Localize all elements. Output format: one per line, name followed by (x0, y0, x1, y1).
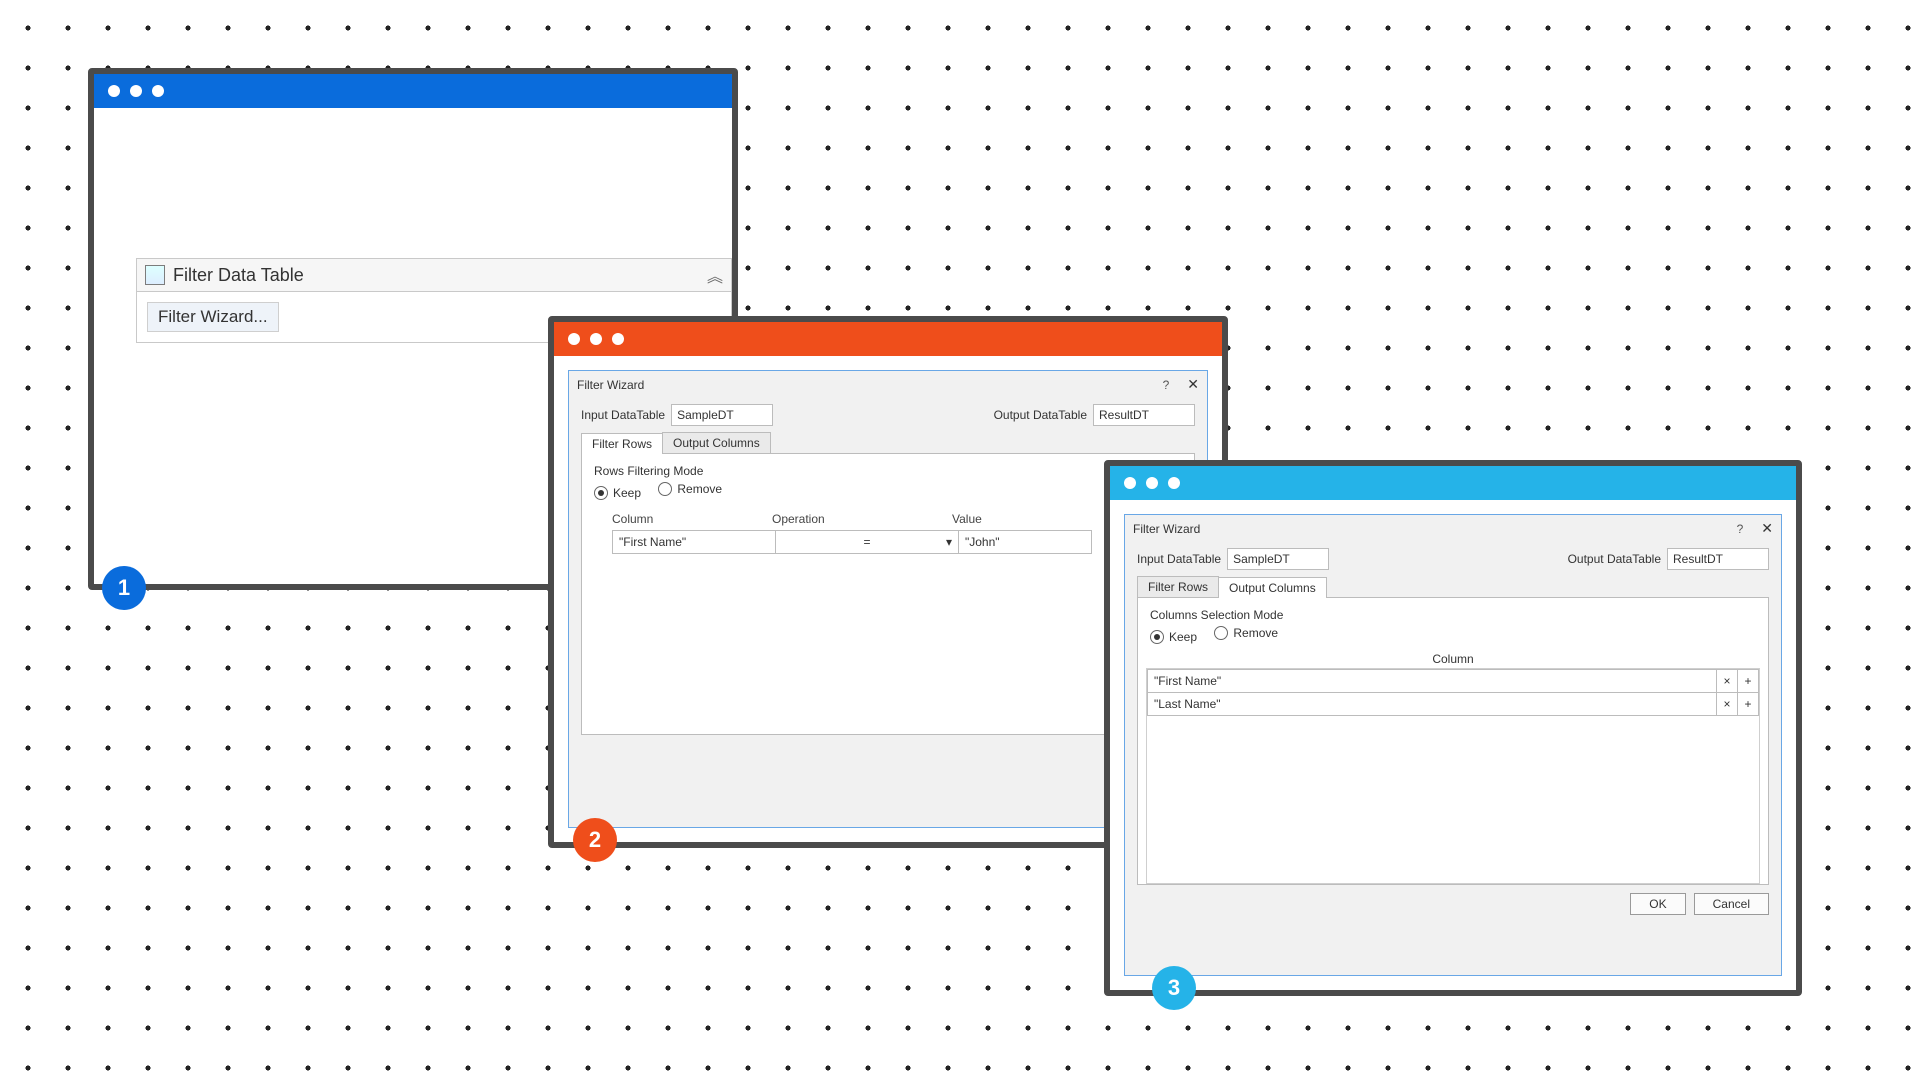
radio-keep[interactable]: Keep (594, 486, 641, 500)
titlebar-1 (94, 74, 732, 108)
output-datatable-label: Output DataTable (1568, 552, 1661, 566)
ok-button[interactable]: OK (1630, 893, 1685, 915)
input-datatable-field[interactable]: SampleDT (1227, 548, 1329, 570)
step-badge-1: 1 (102, 566, 146, 610)
io-row: Input DataTable SampleDT Output DataTabl… (569, 398, 1207, 432)
database-icon (145, 265, 165, 285)
remove-row-button[interactable]: × (1716, 669, 1738, 693)
collapse-icon[interactable]: ︽ (707, 263, 723, 287)
add-row-button[interactable]: + (1737, 669, 1759, 693)
step-3-window: Filter Wizard ? ✕ Input DataTable Sample… (1104, 460, 1802, 996)
column-row: "First Name" × + (1147, 669, 1759, 693)
window-dot-icon (612, 333, 624, 345)
dialog-titlebar: Filter Wizard ? ✕ (1125, 515, 1781, 542)
tab-panel: Rows Filtering Mode Keep Remove Column O… (581, 454, 1195, 735)
window-dot-icon (108, 85, 120, 97)
column-row: "Last Name" × + (1147, 692, 1759, 716)
tab-strip: Filter Rows Output Columns (581, 432, 1195, 454)
dropdown-icon: ▾ (946, 535, 952, 549)
activity-title: Filter Data Table (173, 265, 304, 286)
filter-grid-headers: Column Operation Value (582, 508, 1194, 530)
add-row-button[interactable]: + (1737, 692, 1759, 716)
window-dot-icon (568, 333, 580, 345)
dialog-title: Filter Wizard (577, 378, 644, 392)
tab-strip: Filter Rows Output Columns (1137, 576, 1769, 598)
window-dot-icon (1146, 477, 1158, 489)
tab-panel: Columns Selection Mode Keep Remove Colum… (1137, 598, 1769, 885)
radio-keep[interactable]: Keep (1150, 630, 1197, 644)
help-icon[interactable]: ? (1737, 522, 1744, 536)
filter-grid-row: "First Name" =▾ "John" (582, 530, 1194, 554)
filter-operation-cell[interactable]: =▾ (775, 530, 959, 554)
step-badge-3: 3 (1152, 966, 1196, 1010)
help-icon[interactable]: ? (1163, 378, 1170, 392)
window-body-3: Filter Wizard ? ✕ Input DataTable Sample… (1110, 500, 1796, 990)
columns-list: "First Name" × + "Last Name" × + (1146, 668, 1760, 884)
window-dot-icon (152, 85, 164, 97)
dialog-titlebar: Filter Wizard ? ✕ (569, 371, 1207, 398)
input-datatable-label: Input DataTable (581, 408, 665, 422)
window-dot-icon (1168, 477, 1180, 489)
tab-filter-rows[interactable]: Filter Rows (581, 433, 663, 454)
filter-wizard-button[interactable]: Filter Wizard... (147, 302, 279, 332)
group-title: Columns Selection Mode (1138, 598, 1768, 626)
step-badge-2: 2 (573, 818, 617, 862)
output-datatable-label: Output DataTable (994, 408, 1087, 422)
cancel-button[interactable]: Cancel (1694, 893, 1769, 915)
column-name-cell[interactable]: "Last Name" (1147, 692, 1717, 716)
filter-column-cell[interactable]: "First Name" (612, 530, 776, 554)
filter-value-cell[interactable]: "John" (958, 530, 1092, 554)
input-datatable-field[interactable]: SampleDT (671, 404, 773, 426)
output-datatable-field[interactable]: ResultDT (1667, 548, 1769, 570)
canvas: Filter Data Table ︽ Filter Wizard... 1 F… (0, 0, 1920, 1080)
window-dot-icon (590, 333, 602, 345)
titlebar-3 (1110, 466, 1796, 500)
close-icon[interactable]: ✕ (1187, 376, 1199, 393)
column-header: Column (1138, 650, 1768, 668)
input-datatable-label: Input DataTable (1137, 552, 1221, 566)
column-name-cell[interactable]: "First Name" (1147, 669, 1717, 693)
window-dot-icon (130, 85, 142, 97)
window-dot-icon (1124, 477, 1136, 489)
titlebar-2 (554, 322, 1222, 356)
activity-header[interactable]: Filter Data Table ︽ (136, 258, 732, 292)
remove-row-button[interactable]: × (1716, 692, 1738, 716)
output-datatable-field[interactable]: ResultDT (1093, 404, 1195, 426)
filter-wizard-dialog-cols: Filter Wizard ? ✕ Input DataTable Sample… (1124, 514, 1782, 976)
tab-output-columns[interactable]: Output Columns (662, 432, 771, 453)
dialog-buttons: OK Cancel (1125, 885, 1781, 923)
close-icon[interactable]: ✕ (1761, 520, 1773, 537)
io-row: Input DataTable SampleDT Output DataTabl… (1125, 542, 1781, 576)
tab-output-columns[interactable]: Output Columns (1218, 577, 1327, 598)
group-title: Rows Filtering Mode (582, 454, 1194, 482)
dialog-title: Filter Wizard (1133, 522, 1200, 536)
radio-remove[interactable]: Remove (1214, 626, 1278, 640)
tab-filter-rows[interactable]: Filter Rows (1137, 576, 1219, 597)
radio-remove[interactable]: Remove (658, 482, 722, 496)
